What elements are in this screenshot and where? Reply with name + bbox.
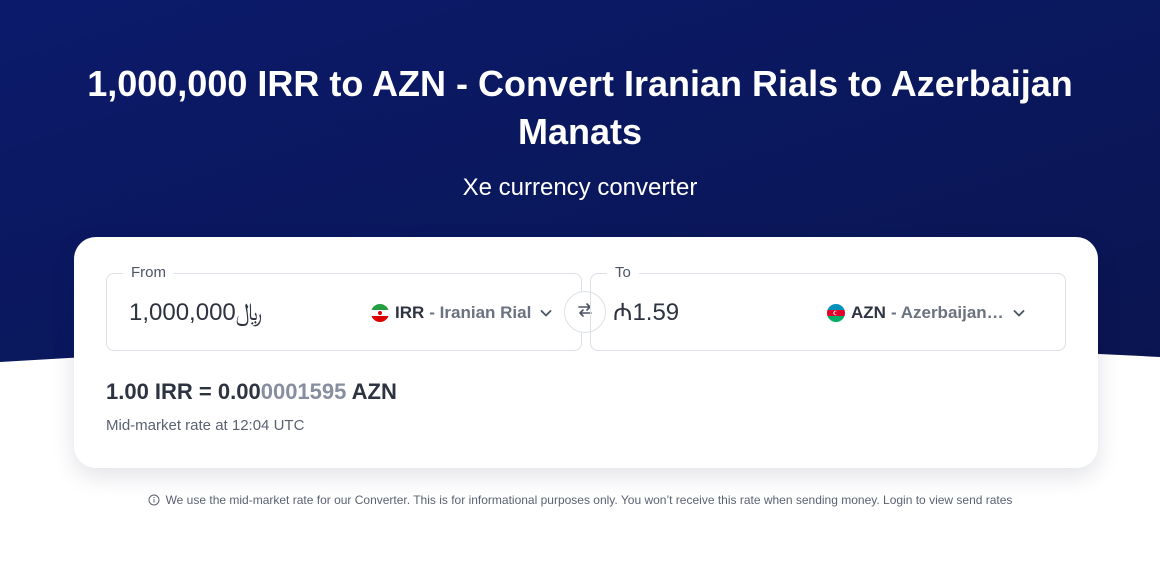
rate-prefix: 1.00 IRR = 0.00 <box>106 379 261 404</box>
rate-faded-digits: 0001595 <box>260 379 347 404</box>
info-icon <box>148 494 160 506</box>
rate-suffix: AZN <box>346 379 397 404</box>
from-field[interactable]: From ﷼1,000,000 IRR - Iranian Rial <box>106 264 582 351</box>
page-subtitle: Xe currency converter <box>462 174 698 201</box>
to-currency-name: - Azerbaijan… <box>890 303 1004 322</box>
from-currency-name: - Iranian Rial <box>429 303 532 322</box>
to-field[interactable]: To ₼1.59 AZN - Azerbaijan… <box>590 264 1066 351</box>
from-amount-input[interactable]: ﷼1,000,000 <box>129 298 262 328</box>
page-title: 1,000,000 IRR to AZN - Convert Iranian R… <box>87 63 1073 152</box>
conversion-rate: 1.00 IRR = 0.000001595 AZN <box>106 378 397 406</box>
disclaimer: We use the mid-market rate for our Conve… <box>0 492 1160 508</box>
chevron-down-icon <box>539 306 553 320</box>
converter-card: From ﷼1,000,000 IRR - Iranian Rial To ₼1… <box>74 237 1098 468</box>
to-currency-code: AZN <box>851 303 886 322</box>
page: 1,000,000 IRR to AZN - Convert Iranian R… <box>0 0 1160 573</box>
from-label: From <box>123 264 174 282</box>
to-label: To <box>607 264 639 282</box>
rate-timestamp: Mid-market rate at 12:04 UTC <box>106 417 305 434</box>
azerbaijan-flag-icon <box>827 304 845 322</box>
iran-flag-icon <box>371 304 389 322</box>
disclaimer-text: We use the mid-market rate for our Conve… <box>165 493 1013 507</box>
to-amount-output[interactable]: ₼1.59 <box>613 298 679 328</box>
chevron-down-icon <box>1012 306 1026 320</box>
to-currency-select[interactable]: AZN - Azerbaijan… <box>827 300 1026 326</box>
from-currency-code: IRR <box>395 303 425 322</box>
from-currency-select[interactable]: IRR - Iranian Rial <box>371 300 553 326</box>
